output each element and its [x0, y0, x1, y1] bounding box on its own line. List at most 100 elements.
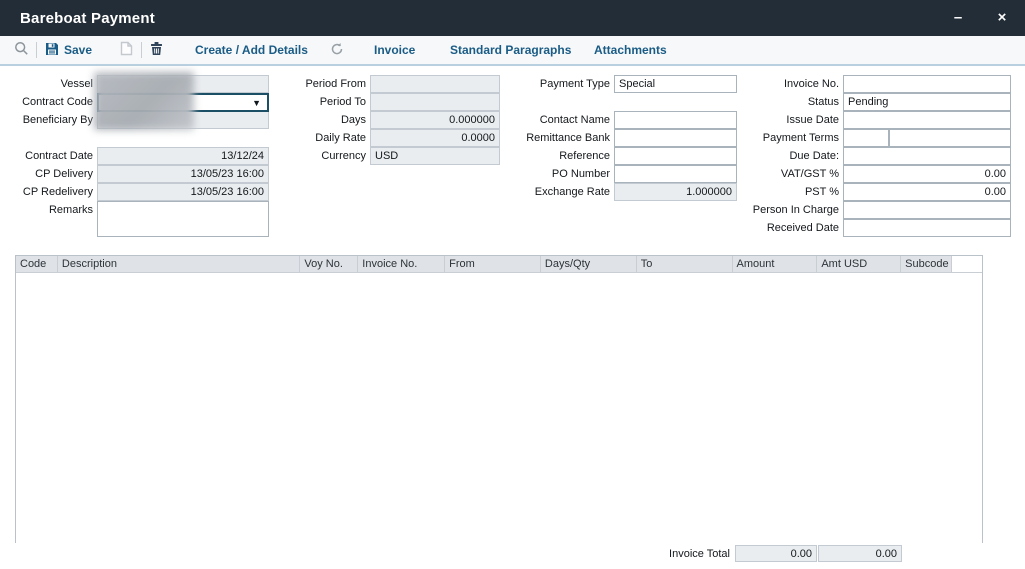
toolbar-divider — [141, 42, 142, 58]
exchange-rate-row: Exchange Rate — [520, 183, 740, 201]
create-add-details-button[interactable]: Create / Add Details — [195, 36, 308, 64]
copy-button[interactable] — [120, 36, 133, 64]
toolbar-divider — [36, 42, 37, 58]
person-in-charge-field[interactable] — [843, 201, 1011, 219]
column-header-voy-no: Voy No. — [300, 256, 358, 272]
save-icon — [45, 42, 59, 59]
due-date-row: Due Date: — [745, 147, 1011, 165]
payment-type-row: Payment Type — [520, 75, 740, 93]
form-group-period: Period From Period To Days Daily Rate Cu… — [300, 75, 500, 165]
attachments-button[interactable]: Attachments — [594, 36, 667, 64]
daily-rate-row: Daily Rate — [300, 129, 500, 147]
contract-code-label: Contract Code — [8, 93, 97, 111]
invoice-no-label: Invoice No. — [745, 75, 843, 93]
period-to-label: Period To — [300, 93, 370, 111]
payment-terms-field-2[interactable] — [889, 129, 1011, 147]
received-date-label: Received Date — [745, 219, 843, 237]
column-header-days-qty: Days/Qty — [541, 256, 637, 272]
invoice-total-label: Invoice Total — [560, 546, 730, 563]
invoice-total-amount-field[interactable] — [735, 545, 817, 562]
due-date-field[interactable] — [843, 147, 1011, 165]
contract-date-field[interactable] — [97, 147, 269, 165]
contract-date-label: Contract Date — [8, 147, 97, 165]
period-to-row: Period To — [300, 93, 500, 111]
save-button[interactable]: Save — [45, 36, 92, 64]
refresh-button[interactable] — [330, 36, 344, 64]
po-number-field[interactable] — [614, 165, 737, 183]
spacer — [8, 129, 268, 147]
invoice-no-field[interactable] — [843, 75, 1011, 93]
payment-type-label: Payment Type — [520, 75, 614, 93]
days-row: Days — [300, 111, 500, 129]
remarks-label: Remarks — [8, 201, 97, 219]
refresh-icon — [330, 42, 344, 59]
contact-name-row: Contact Name — [520, 111, 740, 129]
header-scrollbar-spacer — [952, 256, 982, 272]
period-from-field[interactable] — [370, 75, 500, 93]
titlebar: Bareboat Payment – × — [0, 0, 1025, 36]
beneficiary-by-label: Beneficiary By — [8, 111, 97, 129]
payment-type-field[interactable] — [614, 75, 737, 93]
due-date-label: Due Date: — [745, 147, 843, 165]
remarks-field[interactable] — [97, 201, 269, 237]
reference-field[interactable] — [614, 147, 737, 165]
column-header-to: To — [637, 256, 733, 272]
invoice-no-row: Invoice No. — [745, 75, 1011, 93]
search-button[interactable] — [14, 36, 29, 64]
vat-gst-label: VAT/GST % — [745, 165, 843, 183]
column-header-invoice-no: Invoice No. — [358, 256, 445, 272]
issue-date-field[interactable] — [843, 111, 1011, 129]
cp-redelivery-field[interactable] — [97, 183, 269, 201]
status-row: Status — [745, 93, 1011, 111]
cp-delivery-label: CP Delivery — [8, 165, 97, 183]
exchange-rate-field[interactable] — [614, 183, 737, 201]
line-items-table: Code Description Voy No. Invoice No. Fro… — [15, 255, 983, 543]
redaction-blur — [94, 72, 194, 130]
status-field[interactable] — [843, 93, 1011, 111]
vat-gst-field[interactable] — [843, 165, 1011, 183]
vessel-label: Vessel — [8, 75, 97, 93]
daily-rate-field[interactable] — [370, 129, 500, 147]
payment-terms-field-1[interactable] — [843, 129, 889, 147]
window-controls: – × — [947, 0, 1013, 36]
currency-field[interactable] — [370, 147, 500, 165]
cp-delivery-row: CP Delivery — [8, 165, 268, 183]
contact-name-field[interactable] — [614, 111, 737, 129]
po-number-row: PO Number — [520, 165, 740, 183]
remittance-bank-row: Remittance Bank — [520, 129, 740, 147]
remarks-row: Remarks — [8, 201, 268, 237]
exchange-rate-label: Exchange Rate — [520, 183, 614, 201]
close-button[interactable]: × — [991, 0, 1013, 36]
invoice-total-usd-field[interactable] — [818, 545, 902, 562]
payment-terms-row: Payment Terms — [745, 129, 1011, 147]
minimize-button[interactable]: – — [947, 0, 969, 36]
period-to-field[interactable] — [370, 93, 500, 111]
standard-paragraphs-button[interactable]: Standard Paragraphs — [450, 36, 571, 64]
column-header-amt-usd: Amt USD — [817, 256, 901, 272]
payment-terms-label: Payment Terms — [745, 129, 843, 147]
table-header-row: Code Description Voy No. Invoice No. Fro… — [16, 256, 982, 273]
issue-date-label: Issue Date — [745, 111, 843, 129]
delete-button[interactable] — [150, 36, 163, 64]
contact-name-label: Contact Name — [520, 111, 614, 129]
cp-delivery-field[interactable] — [97, 165, 269, 183]
column-header-subcode: Subcode — [901, 256, 952, 272]
column-header-code: Code — [16, 256, 58, 272]
search-icon — [14, 41, 29, 59]
table-body-empty — [16, 273, 982, 545]
po-number-label: PO Number — [520, 165, 614, 183]
toolbar: Save Create / Add Details Invoice Standa… — [0, 36, 1025, 66]
received-date-field[interactable] — [843, 219, 1011, 237]
remittance-bank-field[interactable] — [614, 129, 737, 147]
save-label: Save — [64, 43, 92, 57]
person-in-charge-label: Person In Charge — [745, 201, 843, 219]
pst-field[interactable] — [843, 183, 1011, 201]
create-add-details-label: Create / Add Details — [195, 43, 308, 57]
page-icon — [120, 41, 133, 59]
trash-icon — [150, 41, 163, 59]
form-group-payment: Payment Type Contact Name Remittance Ban… — [520, 75, 740, 201]
pst-label: PST % — [745, 183, 843, 201]
invoice-button[interactable]: Invoice — [374, 36, 415, 64]
currency-row: Currency — [300, 147, 500, 165]
days-field[interactable] — [370, 111, 500, 129]
